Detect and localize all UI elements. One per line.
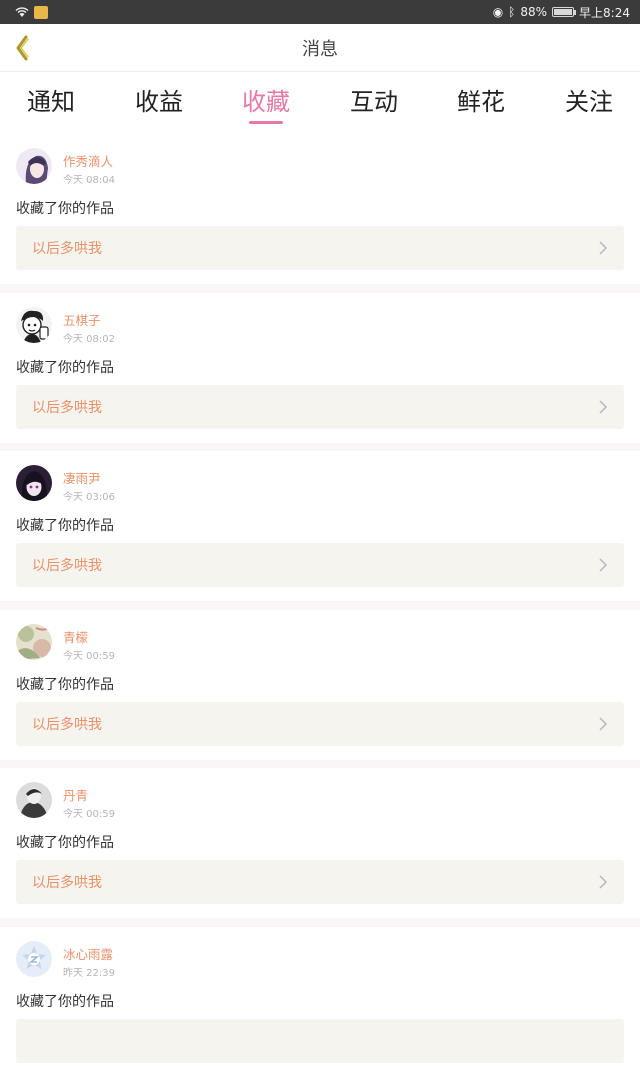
wifi-icon <box>15 7 29 17</box>
divider <box>0 601 640 610</box>
page-title: 消息 <box>302 38 338 60</box>
avatar[interactable] <box>16 465 52 501</box>
divider <box>0 759 640 768</box>
work-link[interactable]: 以后多哄我 <box>16 384 624 429</box>
timestamp: 昨天 22:39 <box>63 967 115 979</box>
list-item: 青檬 今天 00:59 收藏了你的作品 以后多哄我 <box>0 609 640 760</box>
timestamp: 今天 08:02 <box>63 333 115 345</box>
tab-flowers[interactable]: 鲜花 <box>436 82 526 117</box>
eye-icon: ◉ <box>492 5 504 19</box>
work-title: 以后多哄我 <box>32 875 102 891</box>
work-link[interactable]: 以后多哄我 <box>16 860 624 904</box>
action-text: 收藏了你的作品 <box>16 359 114 376</box>
avatar[interactable] <box>16 940 52 977</box>
nav-bar: 消息 <box>0 24 640 72</box>
tab-favorites[interactable]: 收藏 <box>221 82 311 117</box>
work-title: 以后多哄我 <box>32 399 102 416</box>
avatar[interactable] <box>16 782 52 818</box>
avatar[interactable] <box>16 148 52 184</box>
divider <box>0 918 640 927</box>
action-text: 收藏了你的作品 <box>16 993 114 1010</box>
battery-percent: 88% <box>520 5 548 19</box>
work-link[interactable]: 以后多哄我 <box>16 543 624 587</box>
action-text: 收藏了你的作品 <box>16 518 114 534</box>
bluetooth-icon: ᛒ <box>508 5 516 19</box>
username[interactable]: 五棋子 <box>63 310 101 329</box>
clock: 早上8:24 <box>579 5 630 20</box>
divider <box>0 284 640 293</box>
tab-interactions[interactable]: 互动 <box>329 82 419 117</box>
tab-following[interactable]: 关注 <box>544 82 634 117</box>
list-item: 凄雨尹 今天 03:06 收藏了你的作品 以后多哄我 <box>0 451 640 601</box>
timestamp: 今天 00:59 <box>63 809 115 820</box>
tab-earnings[interactable]: 收益 <box>114 82 204 117</box>
action-text: 收藏了你的作品 <box>16 201 114 217</box>
timestamp: 今天 03:06 <box>63 492 115 503</box>
timestamp: 今天 08:04 <box>63 175 115 186</box>
action-text: 收藏了你的作品 <box>16 835 114 851</box>
timestamp: 今天 00:59 <box>63 650 115 662</box>
tab-bar: 通知 收益 收藏 互动 鲜花 关注 <box>0 72 640 134</box>
list-item: 五棋子 今天 08:02 收藏了你的作品 以后多哄我 <box>0 292 640 443</box>
chevron-right-icon <box>599 241 608 255</box>
work-link[interactable]: 以后多哄我 <box>16 226 624 270</box>
chevron-right-icon <box>599 558 608 572</box>
username[interactable]: 作秀滴人 <box>63 151 113 170</box>
list-item: 作秀滴人 今天 08:04 收藏了你的作品 以后多哄我 <box>0 134 640 284</box>
work-link[interactable] <box>16 1018 624 1063</box>
username[interactable]: 凄雨尹 <box>63 468 101 487</box>
list-item: 丹青 今天 00:59 收藏了你的作品 以后多哄我 <box>0 768 640 918</box>
avatar[interactable] <box>16 623 52 660</box>
work-title: 以后多哄我 <box>32 241 102 257</box>
work-link[interactable]: 以后多哄我 <box>16 701 624 746</box>
chevron-right-icon <box>599 875 608 889</box>
work-title: 以后多哄我 <box>32 716 102 733</box>
back-button[interactable] <box>6 32 38 64</box>
username[interactable]: 青檬 <box>63 627 88 646</box>
action-text: 收藏了你的作品 <box>16 676 114 693</box>
notification-app-icon <box>34 5 48 19</box>
username[interactable]: 丹青 <box>63 785 88 804</box>
list-item: 冰心雨露 昨天 22:39 收藏了你的作品 <box>0 926 640 1077</box>
avatar[interactable] <box>16 306 52 343</box>
work-title: 以后多哄我 <box>32 558 102 574</box>
tab-notifications[interactable]: 通知 <box>6 82 96 117</box>
chevron-left-icon <box>16 35 29 61</box>
status-bar: ◉ ᛒ 88% 早上8:24 <box>0 0 640 24</box>
active-tab-indicator <box>249 121 283 124</box>
message-list: 作秀滴人 今天 08:04 收藏了你的作品 以后多哄我 五棋子 今天 08:02… <box>0 134 640 1077</box>
battery-icon <box>552 7 577 17</box>
username[interactable]: 冰心雨露 <box>63 944 113 963</box>
chevron-right-icon <box>599 716 608 731</box>
chevron-right-icon <box>599 399 608 414</box>
divider <box>0 442 640 451</box>
